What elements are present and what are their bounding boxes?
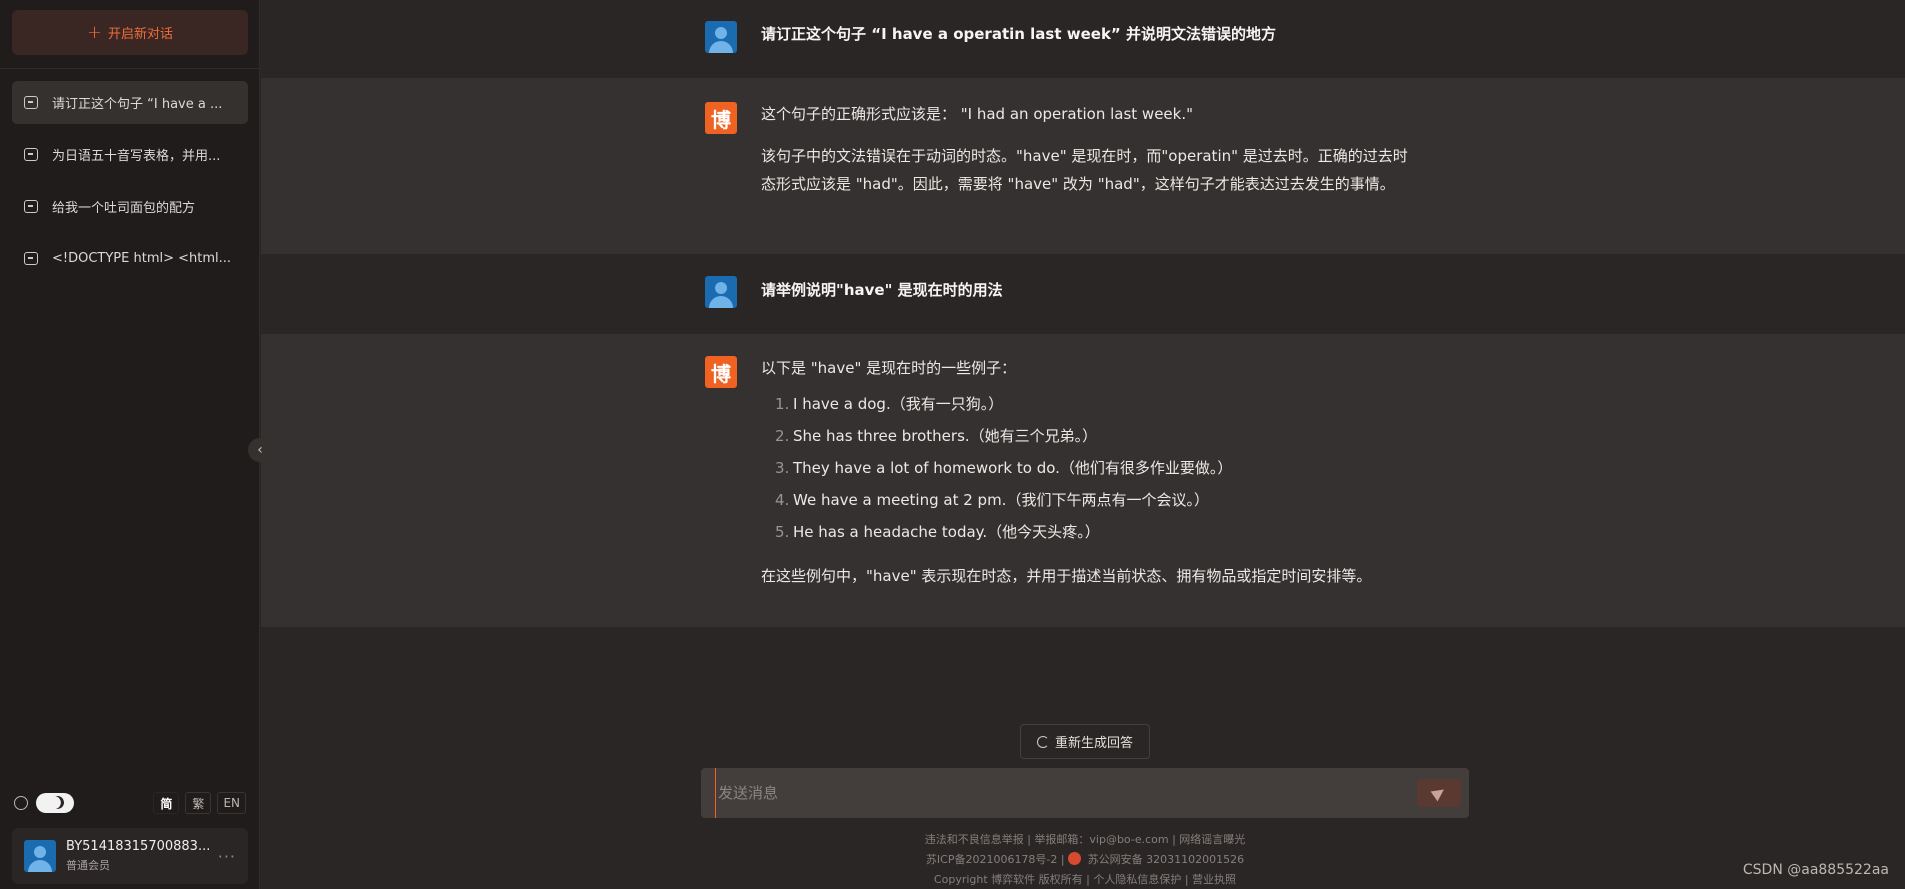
conversation-item[interactable]: <!DOCTYPE html> <html... [12,237,248,280]
user-info: BY51418315700883... 普通会员 [66,839,218,873]
sun-icon[interactable] [14,796,28,810]
chat-bubble-icon [24,200,38,213]
assistant-message: 博 以下是 "have" 是现在时的一些例子： 1. I have a dog.（… [261,334,1905,627]
conversation-list: 请订正这个句子 “I have a ... 为日语五十音写表格，并用... 给我… [12,81,248,289]
bot-logo-icon: 博 [705,102,737,134]
chat-bubble-icon [24,148,38,161]
conversation-title: <!DOCTYPE html> <html... [52,251,232,266]
more-icon[interactable]: ··· [218,847,236,866]
user-message: 请举例说明"have" 是现在时的用法 [261,254,1905,334]
conversation-item[interactable]: 为日语五十音写表格，并用... [12,133,248,176]
assistant-paragraph: 以下是 "have" 是现在时的一些例子： [761,359,1017,377]
sidebar: + 开启新对话 请订正这个句子 “I have a ... 为日语五十音写表格，… [0,0,260,889]
list-item: 2. She has three brothers.（她有三个兄弟。） [775,427,1098,445]
user-avatar [705,276,737,308]
list-item: 3. They have a lot of homework to do.（他们有… [775,459,1233,477]
user-avatar [705,21,737,53]
user-message-text: 请举例说明"have" 是现在时的用法 [761,281,1003,299]
list-item: 1. I have a dog.（我有一只狗。） [775,395,1004,413]
theme-toggle[interactable] [36,793,74,813]
bot-logo-icon: 博 [705,356,737,388]
sidebar-divider [0,68,260,69]
conversation-title: 请订正这个句子 “I have a ... [52,97,223,112]
theme-language-row: 简 繁 EN [14,792,246,814]
new-chat-button[interactable]: + 开启新对话 [12,10,248,55]
assistant-message: 博 这个句子的正确形式应该是： "I had an operation last… [261,78,1905,254]
user-role: 普通会员 [66,859,110,872]
footer-line-report: 违法和不良信息举报 | 举报邮箱：vip@bo-e.com | 网络谣言曝光 [924,833,1246,846]
example-list: 1. I have a dog.（我有一只狗。） 2. She has three … [761,388,1421,548]
refresh-icon [1036,735,1049,748]
user-card[interactable]: BY51418315700883... 普通会员 ··· [12,828,248,884]
language-switcher: 简 繁 EN [153,792,246,814]
watermark: CSDN @aa885522aa [1742,862,1889,878]
language-english-button[interactable]: EN [217,792,246,814]
footer-line-copyright: Copyright 博弈软件 版权所有 | 个人隐私信息保护 | 营业执照 [933,873,1237,886]
conversation-item[interactable]: 给我一个吐司面包的配方 [12,185,248,228]
conversation-title: 给我一个吐司面包的配方 [52,201,196,216]
list-item: 4. We have a meeting at 2 pm.（我们下午两点有一个会议… [775,491,1209,509]
collapse-sidebar-button[interactable]: ‹ [248,438,272,462]
assistant-paragraph: 在这些例句中，"have" 表示现在时态，并用于描述当前状态、拥有物品或指定时间… [761,567,1372,585]
language-simplified-button[interactable]: 简 [153,792,180,814]
message-input-box [701,768,1469,818]
language-traditional-button[interactable]: 繁 [185,792,212,814]
chat-bubble-icon [24,96,38,109]
footer-line-icp: 苏ICP备2021006178号-2 | 苏公网安备 3203110200152… [925,852,1245,866]
conversation-item[interactable]: 请订正这个句子 “I have a ... [12,81,248,124]
message-input[interactable] [715,768,1395,818]
user-name: BY51418315700883... [66,839,211,854]
list-item: 5. He has a headache today.（他今天头疼。） [775,523,1100,541]
user-message: 请订正这个句子 “I have a operatin last week” 并说… [261,0,1905,78]
assistant-paragraph: 这个句子的正确形式应该是： "I had an operation last w… [761,105,1194,123]
assistant-paragraph: 该句子中的文法错误在于动词的时态。"have" 是现在时，而"operatin"… [761,147,1408,193]
police-badge-icon [1068,852,1082,865]
assistant-message-text: 以下是 "have" 是现在时的一些例子： 1. I have a dog.（我有… [761,354,1421,604]
moon-icon [49,794,66,811]
user-avatar [24,840,56,872]
send-icon [1430,784,1448,802]
chat-bubble-icon [24,252,38,265]
assistant-message-text: 这个句子的正确形式应该是： "I had an operation last w… [761,100,1421,212]
chevron-left-icon: ‹ [257,442,263,458]
new-chat-label: 开启新对话 [108,27,174,42]
conversation-title: 为日语五十音写表格，并用... [52,149,221,164]
user-message-text: 请订正这个句子 “I have a operatin last week” 并说… [761,25,1276,43]
footer: 违法和不良信息举报 | 举报邮箱：vip@bo-e.com | 网络谣言曝光 苏… [701,830,1469,889]
plus-icon: + [86,21,103,43]
send-button[interactable] [1417,779,1461,807]
regenerate-button[interactable]: 重新生成回答 [1020,724,1150,759]
regenerate-label: 重新生成回答 [1054,736,1133,751]
